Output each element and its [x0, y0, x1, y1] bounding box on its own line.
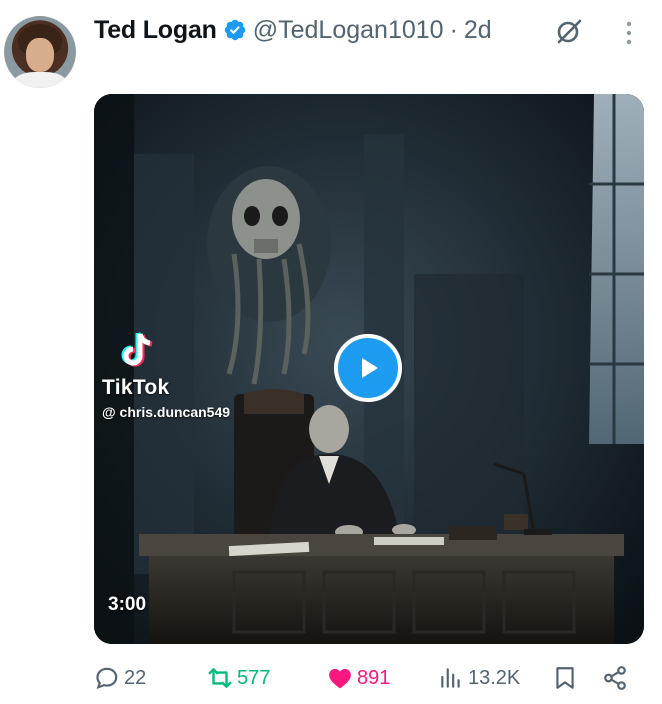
reply-icon — [96, 667, 118, 689]
separator-dot: · — [449, 15, 458, 44]
share-button[interactable] — [602, 660, 628, 696]
video-media[interactable]: TikTok @ chris.duncan549 3:00 — [94, 94, 644, 644]
verified-badge-icon — [224, 19, 245, 41]
like-icon — [329, 668, 351, 689]
bookmark-icon — [556, 667, 574, 689]
tweet-header: Ted Logan @TedLogan1010 · 2d — [94, 12, 492, 48]
bookmark-button[interactable] — [552, 660, 578, 696]
post-time[interactable]: 2d — [464, 16, 492, 45]
repost-icon — [208, 668, 232, 688]
avatar[interactable] — [4, 16, 76, 88]
display-name[interactable]: Ted Logan — [94, 16, 217, 45]
views-button[interactable]: 13.2K — [438, 660, 520, 696]
share-icon — [604, 666, 626, 690]
reply-count: 22 — [124, 666, 147, 689]
grok-icon[interactable] — [554, 16, 584, 46]
reply-button[interactable]: 22 — [94, 660, 146, 696]
more-icon[interactable] — [620, 18, 638, 48]
action-bar: 22 577 891 13.2K — [94, 660, 644, 696]
tiktok-watermark: TikTok @ chris.duncan549 — [102, 328, 230, 420]
repost-count: 577 — [237, 666, 271, 689]
video-duration: 3:00 — [108, 594, 147, 615]
play-icon — [362, 358, 378, 378]
user-handle[interactable]: @TedLogan1010 — [253, 16, 444, 45]
tiktok-logo-icon — [121, 332, 153, 367]
tiktok-brand: TikTok — [102, 376, 170, 399]
like-button[interactable]: 891 — [327, 660, 390, 696]
views-icon — [441, 668, 460, 688]
view-count: 13.2K — [468, 666, 521, 689]
like-count: 891 — [357, 666, 391, 689]
repost-button[interactable]: 577 — [207, 660, 270, 696]
play-button[interactable] — [334, 334, 402, 402]
tiktok-username: @ chris.duncan549 — [102, 404, 231, 420]
